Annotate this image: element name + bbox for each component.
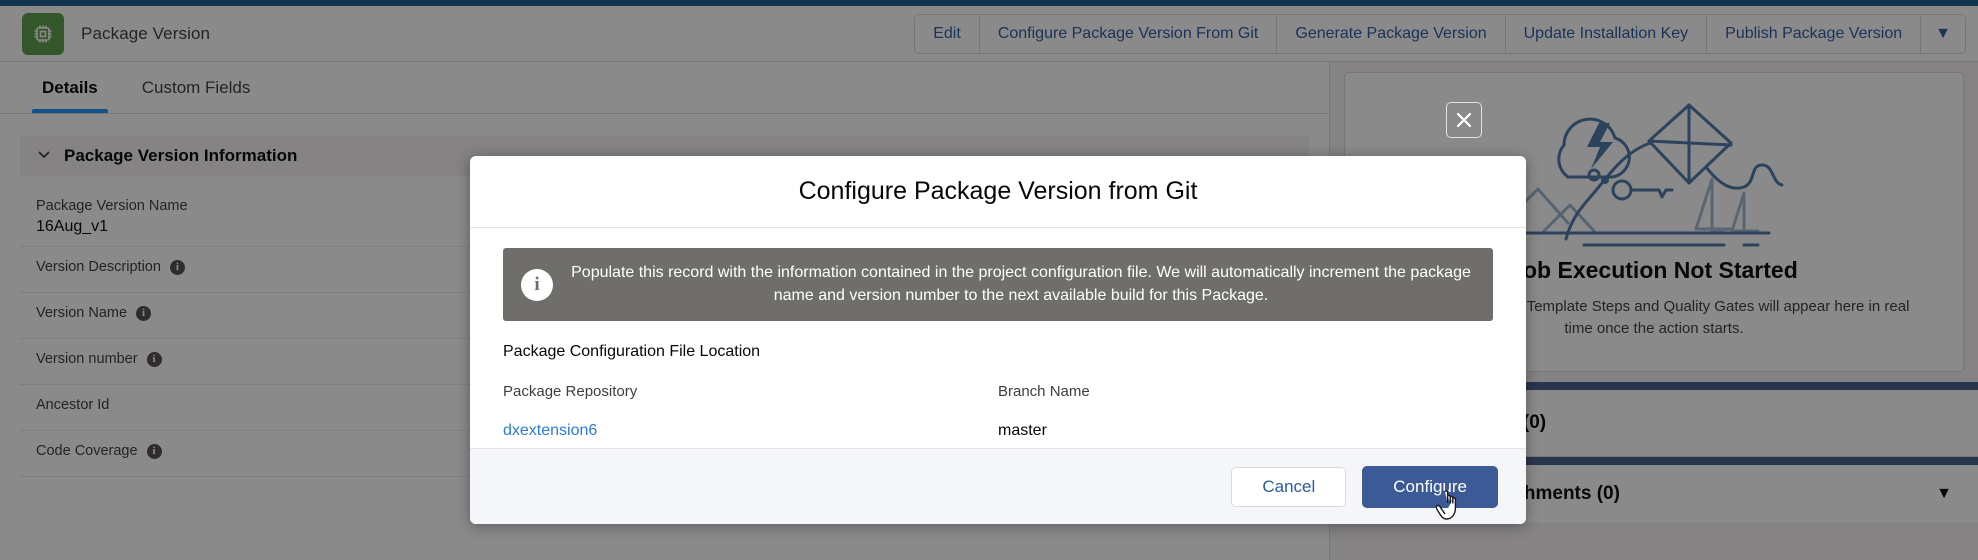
configure-button[interactable]: Configure — [1362, 465, 1498, 508]
modal-header: Configure Package Version from Git — [470, 156, 1526, 228]
package-repository-column: Package Repository dxextension6 — [503, 383, 998, 440]
package-repository-label: Package Repository — [503, 383, 638, 401]
configure-package-version-modal: Configure Package Version from Git i Pop… — [470, 156, 1526, 524]
modal-title: Configure Package Version from Git — [798, 177, 1198, 205]
branch-name-column: Branch Name master — [998, 383, 1493, 440]
info-banner: i Populate this record with the informat… — [503, 248, 1493, 322]
branch-name-label: Branch Name — [998, 383, 1090, 401]
modal-footer: Cancel Configure — [470, 448, 1526, 524]
info-banner-text: Populate this record with the informatio… — [571, 264, 1471, 304]
package-repository-link[interactable]: dxextension6 — [503, 422, 998, 440]
branch-name-value: master — [998, 422, 1047, 440]
screen: Package Version Edit Configure Package V… — [0, 0, 1978, 560]
info-icon: i — [521, 268, 553, 301]
cancel-button[interactable]: Cancel — [1231, 466, 1347, 507]
modal-body: i Populate this record with the informat… — [470, 228, 1526, 448]
config-file-location-heading: Package Configuration File Location — [503, 343, 761, 361]
repo-branch-grid: Package Repository dxextension6 Branch N… — [503, 383, 1493, 440]
close-icon[interactable] — [1446, 102, 1482, 138]
